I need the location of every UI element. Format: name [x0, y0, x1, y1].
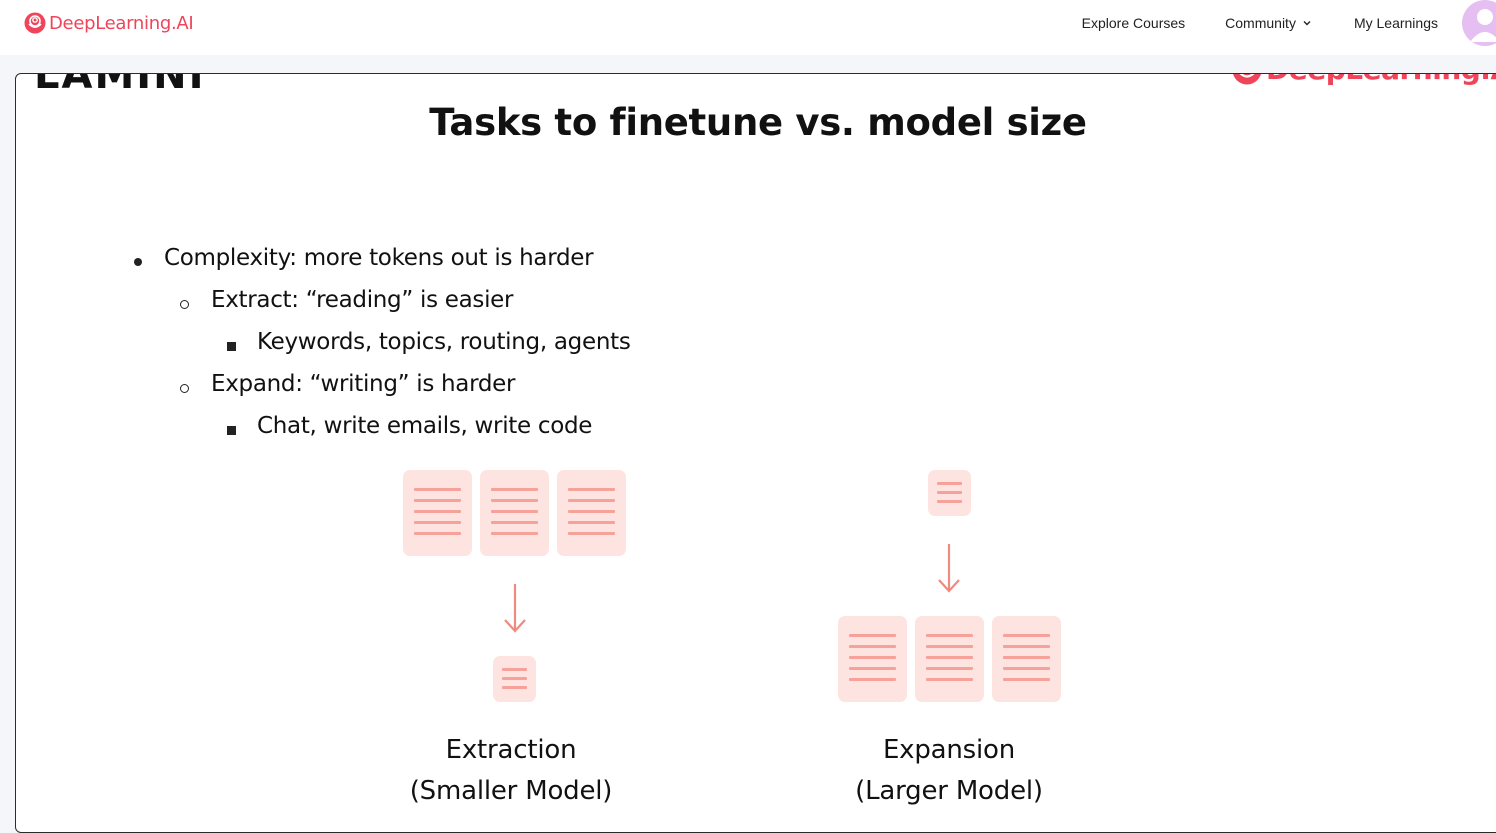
nav-explore-courses[interactable]: Explore Courses	[1082, 15, 1186, 31]
extraction-caption: Extraction (Smaller Model)	[361, 730, 661, 812]
document-icon	[915, 616, 984, 702]
brand-logo-link[interactable]: DeepLearning.AI	[24, 11, 194, 35]
nav-my-learnings[interactable]: My Learnings	[1354, 15, 1438, 31]
bullet-circle-icon	[180, 300, 189, 309]
document-icon	[557, 470, 626, 556]
slide-brand-name: DeepLearning.AI	[1266, 74, 1496, 86]
document-icon	[480, 470, 549, 556]
nav-community-menu[interactable]: Community	[1225, 15, 1312, 31]
extraction-title: Extraction	[445, 735, 577, 765]
deeplearning-logo-icon	[24, 12, 46, 34]
arrow-down-icon	[938, 544, 960, 593]
expansion-title: Expansion	[882, 735, 1016, 765]
bullet-circle-icon	[180, 384, 189, 393]
expansion-subtitle: (Larger Model)	[855, 776, 1043, 806]
chevron-down-icon	[1303, 20, 1311, 25]
document-icon	[493, 656, 536, 702]
bullet-expand-examples: Chat, write emails, write code	[257, 413, 593, 439]
expansion-caption: Expansion (Larger Model)	[799, 730, 1099, 812]
bullet-extract-examples: Keywords, topics, routing, agents	[257, 329, 631, 355]
bullet-square-icon	[227, 426, 236, 435]
document-icon	[838, 616, 907, 702]
bullet-dot-icon	[134, 258, 142, 266]
bullet-expand: Expand: “writing” is harder	[211, 371, 516, 397]
lesson-slide: LAMINI DeepLearning.AI Tasks to finetune…	[15, 73, 1496, 833]
document-icon	[992, 616, 1061, 702]
bullet-complexity: Complexity: more tokens out is harder	[164, 245, 594, 271]
slide-title: Tasks to finetune vs. model size	[429, 101, 1087, 144]
lamini-logo: LAMINI	[34, 73, 206, 98]
user-silhouette-icon	[1470, 8, 1496, 42]
brand-name: DeepLearning.AI	[49, 12, 194, 34]
arrow-down-icon	[504, 584, 526, 633]
top-navigation: DeepLearning.AI Explore Courses Communit…	[0, 0, 1496, 55]
user-avatar-icon[interactable]	[1462, 0, 1496, 46]
document-icon	[403, 470, 472, 556]
nav-links: Explore Courses Community My Learnings	[1082, 0, 1496, 46]
slide-brand-logo: DeepLearning.AI	[1232, 74, 1496, 86]
bullet-extract: Extract: “reading” is easier	[211, 287, 514, 313]
deeplearning-logo-icon	[1233, 74, 1261, 84]
extraction-subtitle: (Smaller Model)	[409, 776, 613, 806]
document-icon	[928, 470, 971, 516]
bullet-square-icon	[227, 342, 236, 351]
nav-community-label: Community	[1225, 14, 1296, 31]
